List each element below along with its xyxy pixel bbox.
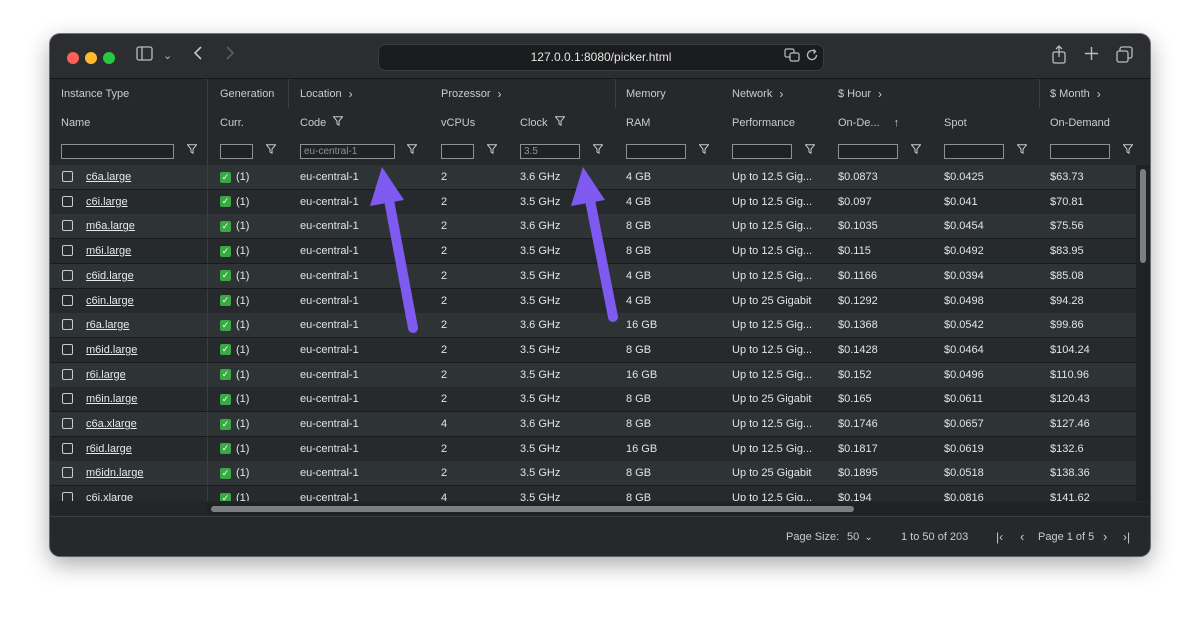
arrow-to-clock-filter <box>571 167 618 322</box>
arrow-to-code-filter <box>370 167 418 333</box>
annotation-arrows <box>370 167 618 333</box>
